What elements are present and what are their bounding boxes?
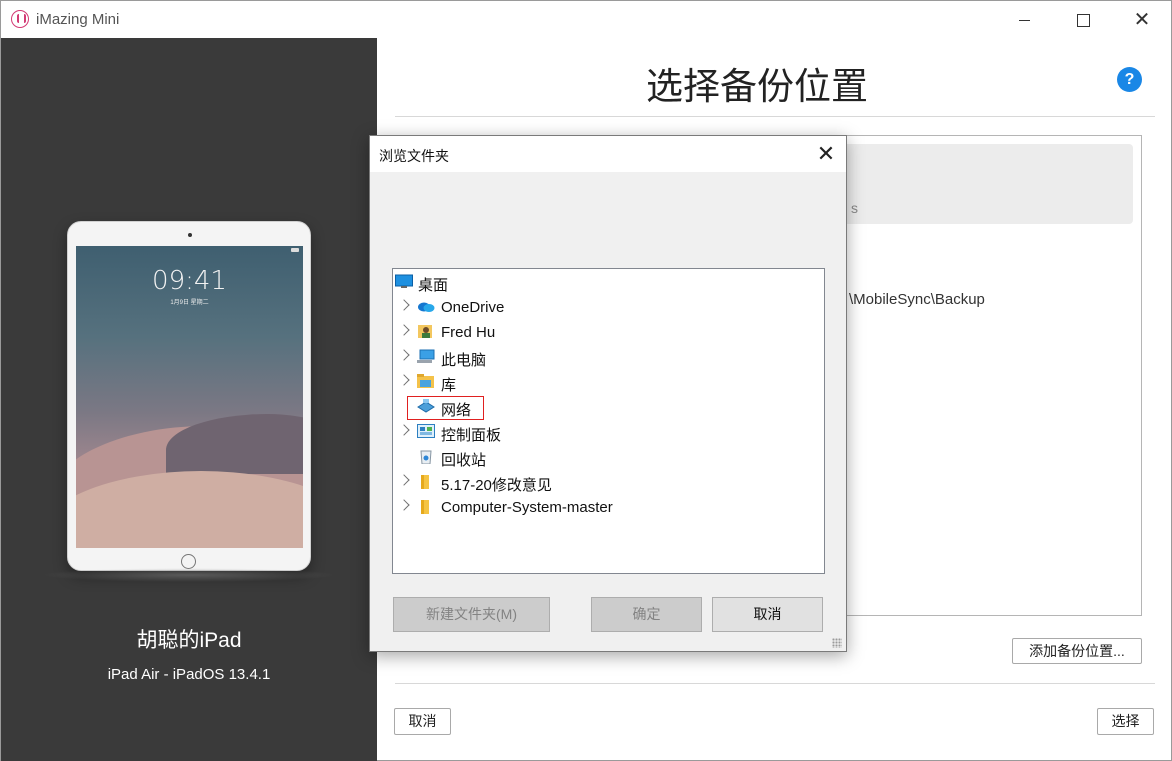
location-item-partial-text: s xyxy=(851,200,858,216)
tree-item-label: 此电脑 xyxy=(441,352,487,369)
device-shadow xyxy=(41,568,337,582)
tree-item-label: 网络 xyxy=(441,402,472,419)
new-folder-button[interactable]: 新建文件夹(M) xyxy=(393,597,550,632)
tree-item-label: 5.17-20修改意见 xyxy=(441,477,552,494)
dialog-title: 浏览文件夹 xyxy=(379,148,449,164)
ipad-lock-screen: 09:41 1月9日 星期二 xyxy=(76,246,303,548)
tree-item-desktop[interactable]: 桌面 xyxy=(393,270,824,294)
divider xyxy=(395,116,1155,117)
folder-icon xyxy=(421,500,429,514)
lock-screen-date: 1月9日 星期二 xyxy=(170,300,209,306)
browse-folder-dialog: 浏览文件夹 ✕ 桌面 OneDrive Fred Hu 此电脑 库 网络 控制面… xyxy=(369,135,847,652)
folder-icon xyxy=(421,475,429,489)
imazing-logo-icon xyxy=(11,10,29,28)
tree-item-label: 桌面 xyxy=(418,277,449,294)
device-panel: 09:41 1月9日 星期二 胡聪的iPad iPad Air - iPadOS… xyxy=(1,38,377,761)
title-bar: iMazing Mini ✕ xyxy=(1,1,1171,38)
desktop-icon xyxy=(395,274,413,288)
control-panel-icon xyxy=(417,424,435,438)
device-model: iPad Air - iPadOS 13.4.1 xyxy=(107,666,271,683)
home-button-icon xyxy=(181,554,196,569)
user-folder-icon xyxy=(418,325,432,338)
tree-item-label: Computer-System-master xyxy=(441,499,613,516)
tree-item-fred-hu[interactable]: Fred Hu xyxy=(393,320,824,344)
tree-item-onedrive[interactable]: OneDrive xyxy=(393,295,824,319)
tree-item-folder[interactable]: Computer-System-master xyxy=(393,495,824,519)
folder-tree[interactable]: 桌面 OneDrive Fred Hu 此电脑 库 网络 控制面板 回收站 5.… xyxy=(392,268,825,574)
expand-arrow-icon[interactable] xyxy=(398,349,410,361)
tree-item-network[interactable]: 网络 xyxy=(393,395,824,420)
app-window: iMazing Mini ✕ 09:41 1月9日 星期二 胡聪的iPad iP… xyxy=(0,0,1172,761)
ipad-image: 09:41 1月9日 星期二 xyxy=(67,221,311,571)
close-window-button[interactable]: ✕ xyxy=(1122,7,1162,33)
location-path: \MobileSync\Backup xyxy=(849,291,985,308)
minimize-button[interactable] xyxy=(1005,7,1045,33)
tree-item-library[interactable]: 库 xyxy=(393,370,824,394)
tree-item-control-panel[interactable]: 控制面板 xyxy=(393,420,824,444)
battery-icon xyxy=(291,248,299,252)
tree-item-label: Fred Hu xyxy=(441,324,496,341)
expand-arrow-icon[interactable] xyxy=(398,299,410,311)
expand-arrow-icon[interactable] xyxy=(398,324,410,336)
tree-item-label: 库 xyxy=(441,377,457,394)
ok-button[interactable]: 确定 xyxy=(591,597,702,632)
expand-arrow-icon[interactable] xyxy=(398,374,410,386)
resize-grip[interactable] xyxy=(832,638,842,648)
device-name: 胡聪的iPad xyxy=(136,629,242,652)
help-icon[interactable]: ? xyxy=(1117,67,1142,92)
maximize-button[interactable] xyxy=(1063,7,1103,33)
page-title: 选择备份位置 xyxy=(646,66,868,107)
computer-icon xyxy=(417,349,435,363)
expand-arrow-icon[interactable] xyxy=(398,424,410,436)
add-backup-location-button[interactable]: 添加备份位置... xyxy=(1012,638,1142,664)
dialog-title-bar: 浏览文件夹 ✕ xyxy=(370,136,846,172)
expand-arrow-icon[interactable] xyxy=(398,499,410,511)
dialog-cancel-button[interactable]: 取消 xyxy=(712,597,823,632)
app-title: iMazing Mini xyxy=(36,11,120,28)
recycle-bin-icon xyxy=(420,450,432,464)
tree-item-this-pc[interactable]: 此电脑 xyxy=(393,345,824,369)
network-icon xyxy=(417,399,435,413)
tree-item-label: 回收站 xyxy=(441,452,487,469)
tree-item-label: 控制面板 xyxy=(441,427,502,444)
choose-button[interactable]: 选择 xyxy=(1097,708,1154,735)
expand-arrow-icon[interactable] xyxy=(398,474,410,486)
ipad-camera xyxy=(188,233,192,237)
divider xyxy=(395,683,1155,684)
dialog-close-button[interactable]: ✕ xyxy=(812,141,840,167)
library-icon xyxy=(417,374,434,388)
tree-item-folder[interactable]: 5.17-20修改意见 xyxy=(393,470,824,494)
onedrive-cloud-icon xyxy=(418,302,435,312)
tree-item-label: OneDrive xyxy=(441,299,505,316)
cancel-button[interactable]: 取消 xyxy=(394,708,451,735)
tree-item-recycle-bin[interactable]: 回收站 xyxy=(393,445,824,469)
lock-screen-time: 09:41 xyxy=(152,266,227,296)
